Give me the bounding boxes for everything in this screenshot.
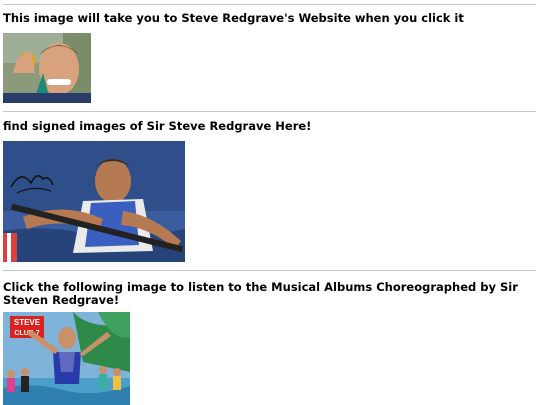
divider-top: [3, 4, 536, 5]
redgrave-rowing-photo: [3, 141, 185, 262]
signed-images-caption: find signed images of Sir Steve Redgrave…: [3, 119, 312, 133]
club-logo-line-1: STEVE: [14, 318, 41, 327]
redgrave-medal-photo: [3, 33, 91, 103]
website-caption: This image will take you to Steve Redgra…: [3, 11, 464, 25]
divider-middle: [3, 111, 536, 112]
signed-images-link[interactable]: [3, 141, 185, 262]
website-image-link[interactable]: [3, 33, 91, 103]
music-albums-caption: Click the following image to listen to t…: [3, 280, 518, 307]
divider-bottom: [3, 270, 536, 271]
steve-club-album-cover: STEVE CLUB 7: [3, 312, 130, 405]
music-albums-link[interactable]: STEVE CLUB 7: [3, 312, 130, 405]
